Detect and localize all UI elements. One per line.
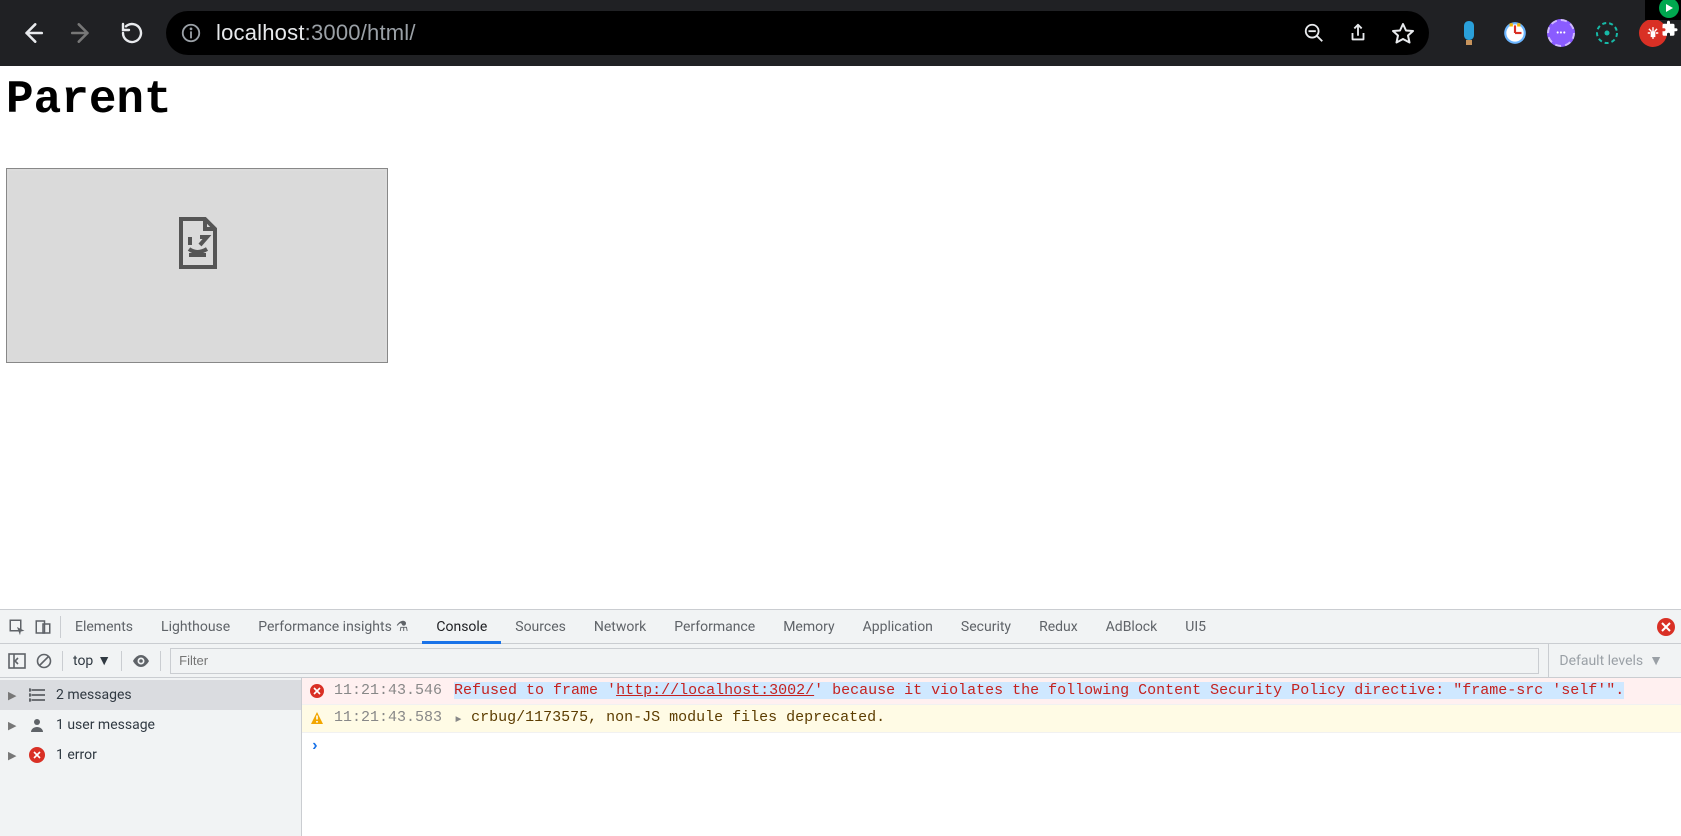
message-timestamp: 11:21:43.583 — [334, 709, 442, 726]
error-icon — [310, 684, 326, 700]
flask-icon: ⚗ — [396, 619, 409, 635]
live-expression-icon[interactable] — [132, 655, 150, 667]
tab-application[interactable]: Application — [849, 610, 947, 644]
tab-sources[interactable]: Sources — [501, 610, 580, 644]
message-text: Refused to frame ' — [454, 682, 616, 699]
inspect-element-icon[interactable] — [8, 618, 26, 636]
message-timestamp: 11:21:43.546 — [334, 682, 442, 699]
console-toolbar: top ▼ Default levels ▼ — [0, 644, 1681, 678]
message-text: ' because it violates the following Cont… — [814, 682, 1624, 699]
console-filter-input[interactable] — [171, 649, 1538, 673]
url-text: localhost:3000/html/ — [216, 20, 416, 46]
blocked-iframe — [6, 168, 388, 363]
reload-button[interactable] — [110, 11, 154, 55]
extension-icon[interactable]: ••• — [1547, 19, 1575, 47]
tab-performance-insights[interactable]: Performance insights⚗ — [244, 610, 422, 644]
prompt-caret-icon: › — [310, 737, 320, 755]
user-icon — [28, 717, 46, 733]
disclosure-triangle-icon: ▸ — [454, 709, 463, 728]
bookmark-star-icon[interactable] — [1391, 21, 1415, 45]
site-info-icon[interactable] — [180, 22, 202, 44]
list-icon — [28, 688, 46, 702]
browser-toolbar: localhost:3000/html/ ••• — [0, 0, 1681, 66]
sidebar-item-messages[interactable]: ▶ 2 messages — [0, 680, 301, 710]
sidebar-toggle-icon[interactable] — [8, 653, 26, 669]
devtools-close-icon[interactable] — [1657, 618, 1675, 636]
sidebar-item-user-messages[interactable]: ▶ 1 user message — [0, 710, 301, 740]
error-icon — [28, 747, 46, 763]
share-icon[interactable] — [1347, 22, 1369, 44]
sidebar-item-label: 1 user message — [56, 717, 155, 733]
zoom-out-icon[interactable] — [1303, 22, 1325, 44]
back-button[interactable] — [10, 11, 54, 55]
devtools-tab-bar: Elements Lighthouse Performance insights… — [0, 610, 1681, 644]
play-icon[interactable] — [1659, 0, 1679, 18]
extensions-row: ••• — [1441, 19, 1671, 47]
url-host: localhost — [216, 20, 305, 45]
extension-icon[interactable] — [1455, 19, 1483, 47]
tab-elements[interactable]: Elements — [61, 610, 147, 644]
tab-memory[interactable]: Memory — [769, 610, 848, 644]
disclosure-triangle-icon: ▶ — [8, 719, 18, 732]
disclosure-triangle-icon: ▶ — [8, 749, 18, 762]
console-message-error[interactable]: 11:21:43.546 Refused to frame 'http://lo… — [302, 678, 1681, 705]
corner-controls — [1645, 0, 1681, 20]
device-toggle-icon[interactable] — [34, 618, 52, 636]
tab-adblock[interactable]: AdBlock — [1092, 610, 1172, 644]
page-heading: Parent — [6, 74, 1675, 126]
log-level-selector[interactable]: Default levels ▼ — [1548, 644, 1673, 678]
sad-document-icon — [173, 215, 221, 271]
extension-icon[interactable] — [1501, 19, 1529, 47]
chevron-down-icon: ▼ — [97, 652, 111, 669]
tab-redux[interactable]: Redux — [1025, 610, 1092, 644]
chevron-down-icon: ▼ — [1649, 652, 1663, 669]
tab-console[interactable]: Console — [422, 610, 501, 644]
tab-lighthouse[interactable]: Lighthouse — [147, 610, 244, 644]
console-messages: 11:21:43.546 Refused to frame 'http://lo… — [302, 678, 1681, 836]
forward-button[interactable] — [60, 11, 104, 55]
omnibox-actions — [1303, 21, 1415, 45]
disclosure-triangle-icon: ▶ — [8, 689, 18, 702]
console-message-warning[interactable]: 11:21:43.583 ▸ crbug/1173575, non-JS mod… — [302, 705, 1681, 733]
url-path: :3000/html/ — [305, 20, 416, 45]
devtools-panel: Elements Lighthouse Performance insights… — [0, 609, 1681, 836]
address-bar[interactable]: localhost:3000/html/ — [166, 11, 1429, 55]
context-label: top — [73, 653, 93, 669]
warning-icon — [310, 711, 326, 727]
tab-label: Performance insights — [258, 619, 392, 635]
sidebar-item-label: 2 messages — [56, 687, 132, 703]
page-content: Parent — [0, 66, 1681, 609]
tab-network[interactable]: Network — [580, 610, 660, 644]
execution-context-selector[interactable]: top ▼ — [73, 652, 111, 669]
message-link[interactable]: http://localhost:3002/ — [616, 682, 814, 699]
console-sidebar: ▶ 2 messages ▶ 1 user message ▶ 1 error — [0, 678, 302, 836]
clear-console-icon[interactable] — [36, 653, 52, 669]
levels-label: Default levels — [1559, 653, 1643, 669]
message-body: crbug/1173575, non-JS module files depre… — [471, 709, 885, 726]
extensions-puzzle-icon[interactable] — [1661, 20, 1679, 38]
message-body: Refused to frame 'http://localhost:3002/… — [454, 682, 1624, 699]
console-prompt[interactable]: › — [302, 733, 1681, 759]
tab-ui5[interactable]: UI5 — [1171, 610, 1220, 644]
tab-security[interactable]: Security — [947, 610, 1025, 644]
sidebar-item-label: 1 error — [56, 747, 97, 763]
tab-performance[interactable]: Performance — [660, 610, 769, 644]
extension-icon[interactable] — [1593, 19, 1621, 47]
sidebar-item-errors[interactable]: ▶ 1 error — [0, 740, 301, 770]
